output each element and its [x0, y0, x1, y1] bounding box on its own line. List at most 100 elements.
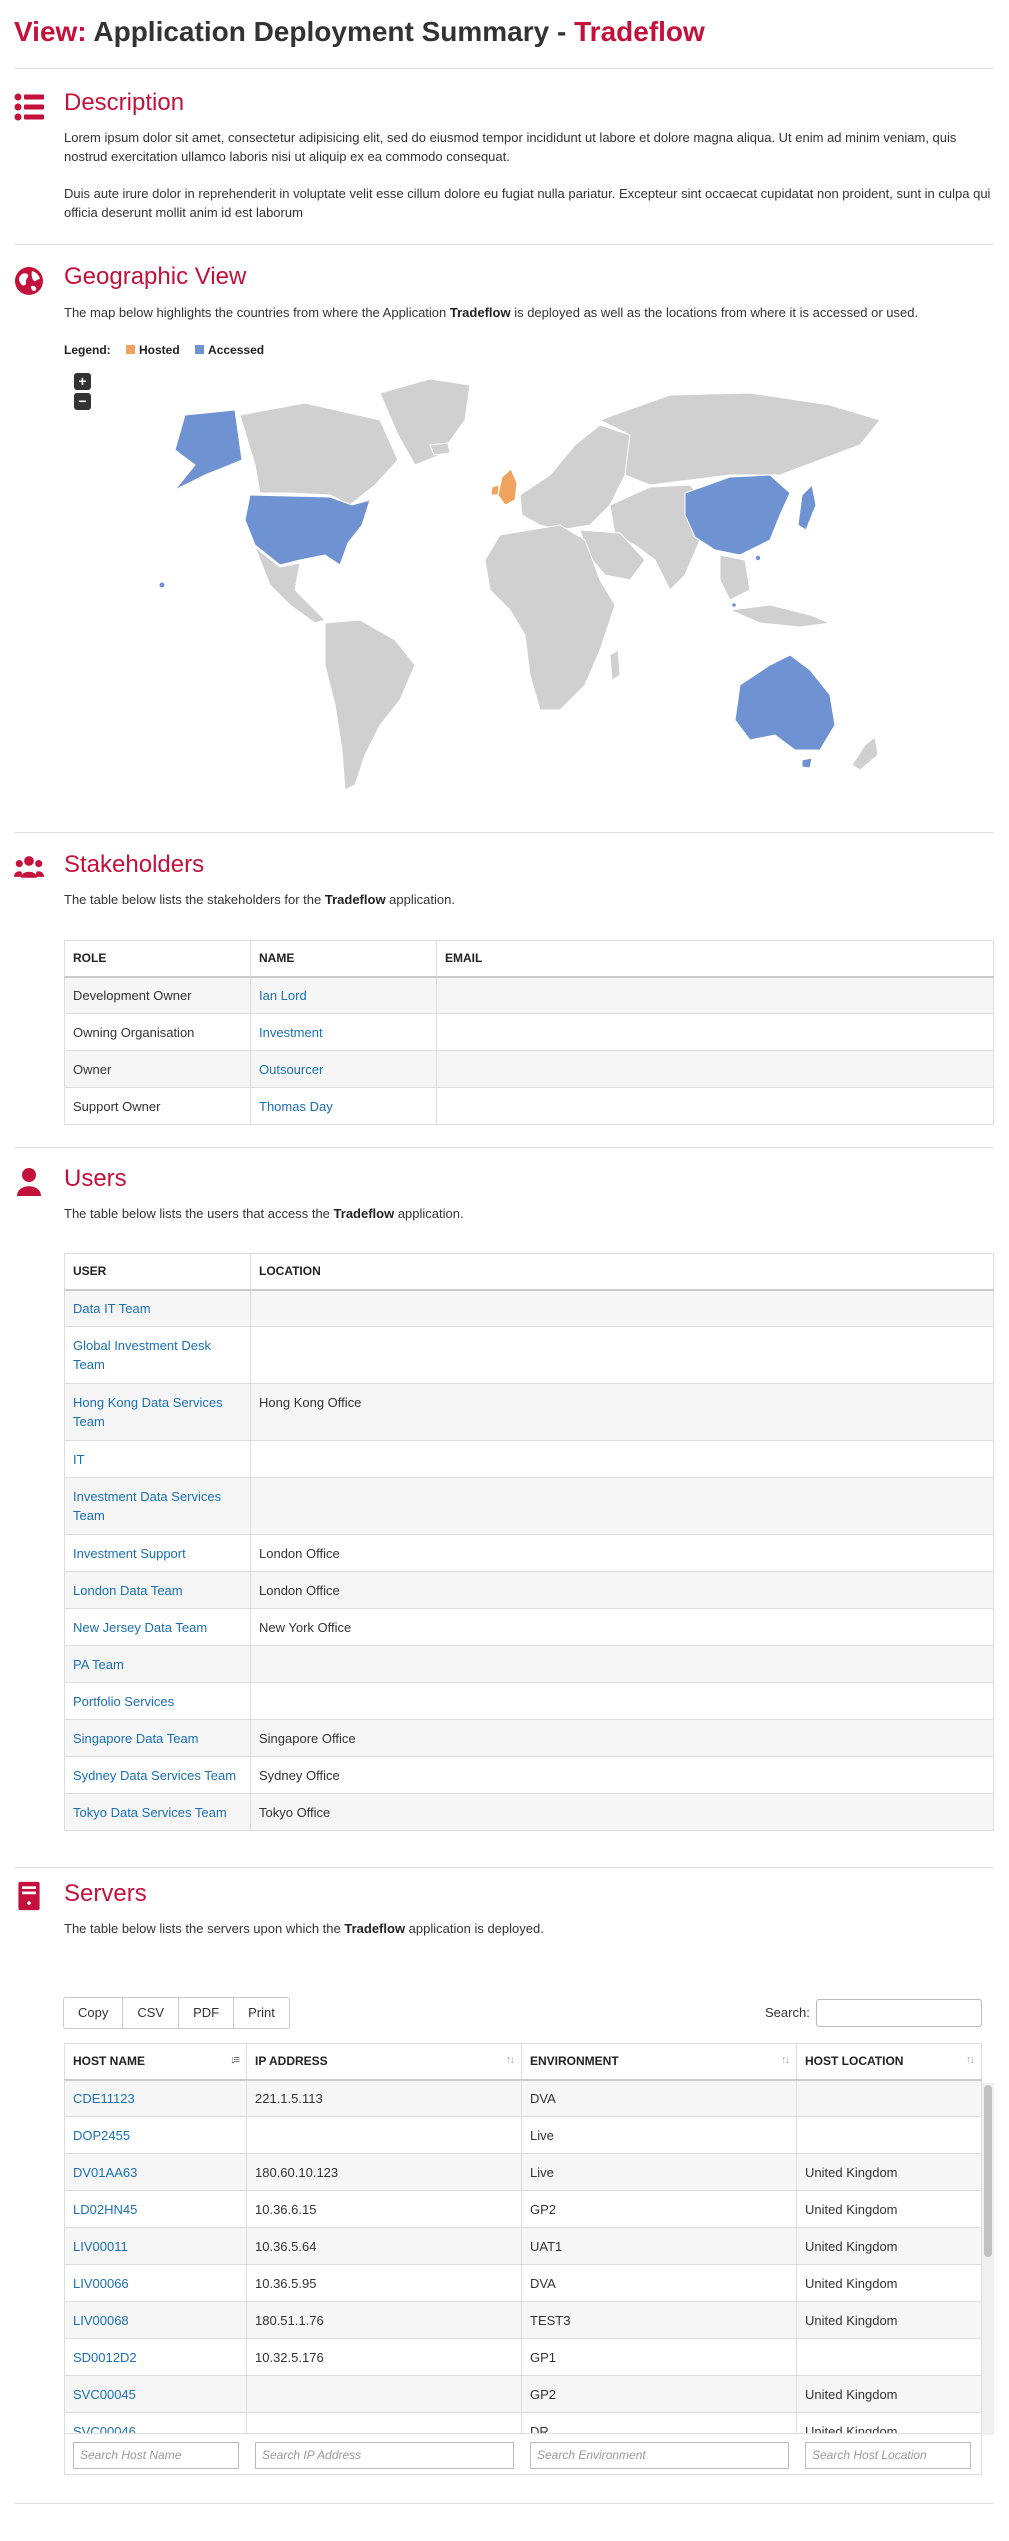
user-link[interactable]: New Jersey Data Team	[73, 1620, 207, 1635]
map-alaska[interactable]	[174, 409, 243, 491]
user-link[interactable]: PA Team	[73, 1657, 124, 1672]
map-singapore[interactable]	[732, 603, 736, 607]
map-russia[interactable]	[598, 392, 881, 486]
globe-icon	[15, 267, 43, 295]
stakeholder-link[interactable]: Outsourcer	[259, 1062, 323, 1077]
search-environment-input[interactable]: Search Environment	[530, 2442, 789, 2469]
user-link[interactable]: Sydney Data Services Team	[73, 1768, 236, 1783]
map-iceland[interactable]	[429, 442, 451, 456]
env-cell: DVA	[521, 2079, 797, 2117]
ip-cell: 10.36.5.95	[246, 2264, 522, 2302]
role-cell: Support Owner	[64, 1087, 251, 1125]
host-link[interactable]: LD02HN45	[73, 2202, 137, 2217]
map-japan[interactable]	[797, 483, 817, 531]
table-row: Support Owner Thomas Day	[64, 1087, 994, 1125]
zoom-in-button[interactable]: +	[74, 373, 91, 390]
ip-cell: 10.36.6.15	[246, 2190, 522, 2228]
sort-asc-icon: ↓≡	[230, 2054, 240, 2067]
view-prefix: View:	[14, 16, 87, 47]
location-cell: New York Office	[250, 1608, 994, 1646]
map-madagascar[interactable]	[609, 649, 621, 681]
legend-label: Legend:	[64, 343, 111, 357]
map-ireland-ni[interactable]	[490, 484, 500, 496]
location-cell: Singapore Office	[250, 1719, 994, 1757]
csv-button[interactable]: CSV	[122, 1997, 180, 2029]
user-link[interactable]: IT	[73, 1452, 85, 1467]
map-se-asia[interactable]	[719, 554, 751, 601]
map-indonesia[interactable]	[728, 604, 832, 628]
map-uk[interactable]	[497, 468, 518, 506]
user-link[interactable]: London Data Team	[73, 1583, 183, 1598]
map-hong-kong[interactable]	[755, 555, 761, 561]
host-link[interactable]: DOP2455	[73, 2128, 130, 2143]
search-input[interactable]	[816, 1999, 982, 2027]
search-host-location-input[interactable]: Search Host Location	[805, 2442, 971, 2469]
geographic-text: The map below highlights the countries f…	[64, 305, 919, 320]
search-host-name-input[interactable]: Search Host Name	[73, 2442, 239, 2469]
table-row: SD0012D2 10.32.5.176 GP1	[64, 2338, 982, 2376]
stakeholder-link[interactable]: Thomas Day	[259, 1099, 333, 1114]
host-link[interactable]: SD0012D2	[73, 2350, 137, 2365]
table-row: Development Owner Ian Lord	[64, 976, 994, 1014]
col-ip-address[interactable]: IP ADDRESS ↑↓	[246, 2043, 522, 2081]
table-row: IT	[64, 1440, 994, 1478]
users-text: The table below lists the users that acc…	[64, 1206, 464, 1221]
map-australia[interactable]	[734, 654, 836, 751]
search-ip-address-input[interactable]: Search IP Address	[255, 2442, 514, 2469]
user-link[interactable]: Investment Data Services Team	[73, 1489, 221, 1523]
loc-cell: United Kingdom	[796, 2301, 982, 2339]
col-location: LOCATION	[250, 1253, 994, 1291]
scrollbar-thumb[interactable]	[984, 2085, 992, 2257]
map-canada[interactable]	[239, 402, 399, 506]
table-row: LIV00068 180.51.1.76 TEST3 United Kingdom	[64, 2301, 982, 2339]
export-buttons: Copy CSV PDF Print	[63, 1997, 290, 2029]
host-link[interactable]: DV01AA63	[73, 2165, 137, 2180]
sort-icon: ↑↓	[506, 2054, 515, 2067]
host-link[interactable]: LIV00011	[73, 2239, 128, 2254]
stakeholder-link[interactable]: Ian Lord	[259, 988, 307, 1003]
host-link[interactable]: CDE11123	[73, 2091, 135, 2106]
user-link[interactable]: Singapore Data Team	[73, 1731, 199, 1746]
location-cell	[250, 1477, 994, 1535]
world-map[interactable]	[130, 365, 890, 805]
user-link[interactable]: Portfolio Services	[73, 1694, 174, 1709]
map-legend: Legend: Hosted Accessed	[64, 343, 264, 357]
location-cell: Hong Kong Office	[250, 1383, 994, 1441]
host-link[interactable]: LIV00068	[73, 2313, 129, 2328]
map-south-america[interactable]	[324, 619, 416, 791]
user-link[interactable]: Tokyo Data Services Team	[73, 1805, 227, 1820]
table-row: Investment Support London Office	[64, 1534, 994, 1572]
map-tasmania[interactable]	[801, 757, 813, 769]
loc-cell: United Kingdom	[796, 2153, 982, 2191]
stakeholder-link[interactable]: Investment	[259, 1025, 323, 1040]
table-header-row: ROLE NAME EMAIL	[64, 940, 994, 978]
server-icon	[18, 1881, 40, 1911]
map-hawaii[interactable]	[159, 582, 165, 588]
zoom-out-button[interactable]: −	[74, 393, 91, 410]
pdf-button[interactable]: PDF	[178, 1997, 235, 2029]
user-link[interactable]: Investment Support	[73, 1546, 186, 1561]
print-button[interactable]: Print	[233, 1997, 290, 2029]
servers-table: HOST NAME ↓≡ IP ADDRESS ↑↓ ENVIRONMENT ↑↓ H…	[64, 2043, 982, 2450]
user-link[interactable]: Hong Kong Data Services Team	[73, 1395, 223, 1429]
host-link[interactable]: LIV00066	[73, 2276, 129, 2291]
col-role: ROLE	[64, 940, 251, 978]
user-link[interactable]: Global Investment Desk Team	[73, 1338, 211, 1372]
user-link[interactable]: Data IT Team	[73, 1301, 151, 1316]
map-china[interactable]	[684, 474, 791, 556]
host-link[interactable]: SVC00045	[73, 2387, 136, 2402]
col-host-location[interactable]: HOST LOCATION ↑↓	[796, 2043, 982, 2081]
stakeholders-text: The table below lists the stakeholders f…	[64, 892, 455, 907]
loc-cell	[796, 2079, 982, 2117]
servers-scroll-area[interactable]: HOST NAME ↓≡ IP ADDRESS ↑↓ ENVIRONMENT ↑↓ H…	[64, 2043, 982, 2473]
col-environment[interactable]: ENVIRONMENT ↑↓	[521, 2043, 797, 2081]
location-cell	[250, 1645, 994, 1683]
divider	[14, 244, 994, 245]
users-title: Users	[64, 1165, 127, 1192]
ip-cell: 180.51.1.76	[246, 2301, 522, 2339]
table-row: LD02HN45 10.36.6.15 GP2 United Kingdom	[64, 2190, 982, 2228]
map-new-zealand[interactable]	[851, 736, 879, 771]
col-host-name[interactable]: HOST NAME ↓≡	[64, 2043, 247, 2081]
col-name: NAME	[250, 940, 437, 978]
copy-button[interactable]: Copy	[63, 1997, 124, 2029]
